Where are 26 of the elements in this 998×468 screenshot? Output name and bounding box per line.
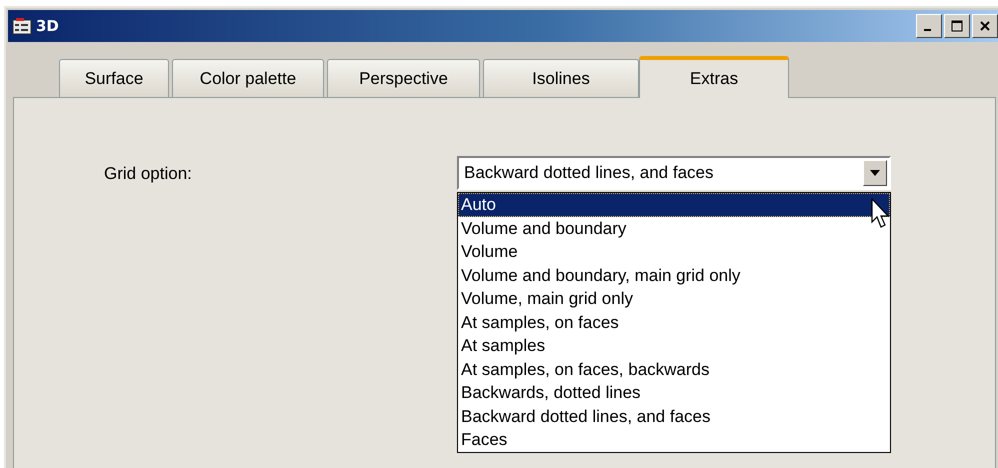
grid-option-label: Grid option: bbox=[104, 163, 193, 185]
minimize-icon bbox=[924, 29, 931, 31]
minimize-button[interactable] bbox=[916, 14, 942, 38]
app-icon bbox=[12, 17, 32, 35]
dropdown-option[interactable]: At samples bbox=[458, 334, 890, 358]
close-icon bbox=[979, 20, 991, 32]
dropdown-option[interactable]: Auto bbox=[458, 193, 890, 216]
tab[interactable]: Extras bbox=[639, 56, 789, 98]
maximize-icon bbox=[951, 20, 963, 32]
tab[interactable]: Isolines bbox=[483, 59, 639, 97]
close-button[interactable] bbox=[972, 14, 998, 38]
dropdown-option[interactable]: At samples, on faces bbox=[458, 310, 890, 334]
tab[interactable]: Perspective bbox=[327, 59, 480, 97]
dropdown-option[interactable]: Volume, main grid only bbox=[458, 287, 890, 310]
tab[interactable]: Surface bbox=[59, 59, 169, 97]
tab[interactable]: Color palette bbox=[172, 59, 324, 97]
grid-option-dropdown[interactable]: Backward dotted lines, and faces bbox=[457, 156, 891, 190]
window-title: 3D bbox=[36, 17, 59, 35]
dropdown-option[interactable]: Volume and boundary, main grid only bbox=[458, 264, 890, 287]
dropdown-option[interactable]: Backward dotted lines, and faces bbox=[458, 404, 890, 428]
dropdown-option[interactable]: Backwards, dotted lines bbox=[458, 381, 890, 404]
dropdown-option[interactable]: At samples, on faces, backwards bbox=[458, 358, 890, 381]
dropdown-option[interactable]: Volume and boundary bbox=[458, 216, 890, 240]
dropdown-option[interactable]: Volume bbox=[458, 240, 890, 264]
dropdown-option[interactable]: Faces bbox=[458, 428, 890, 452]
maximize-button[interactable] bbox=[944, 14, 970, 38]
